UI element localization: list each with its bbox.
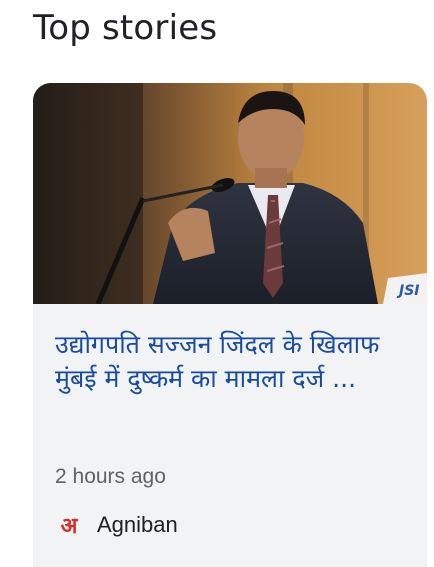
- source-row[interactable]: अ Agniban: [55, 511, 178, 539]
- source-name: Agniban: [97, 512, 178, 537]
- story-time: 2 hours ago: [55, 465, 166, 488]
- story-card[interactable]: JSI उद्योगपति सज्जन जिंदल के खिलाफ मुंबई…: [33, 83, 427, 567]
- story-image: JSI: [33, 83, 427, 304]
- source-logo-text: अ: [61, 514, 79, 539]
- agniban-logo-icon: अ: [61, 514, 79, 539]
- story-headline[interactable]: उद्योगपति सज्जन जिंदल के खिलाफ मुंबई में…: [55, 328, 405, 396]
- section-title: Top stories: [33, 8, 218, 48]
- image-badge-text: JSI: [396, 283, 420, 299]
